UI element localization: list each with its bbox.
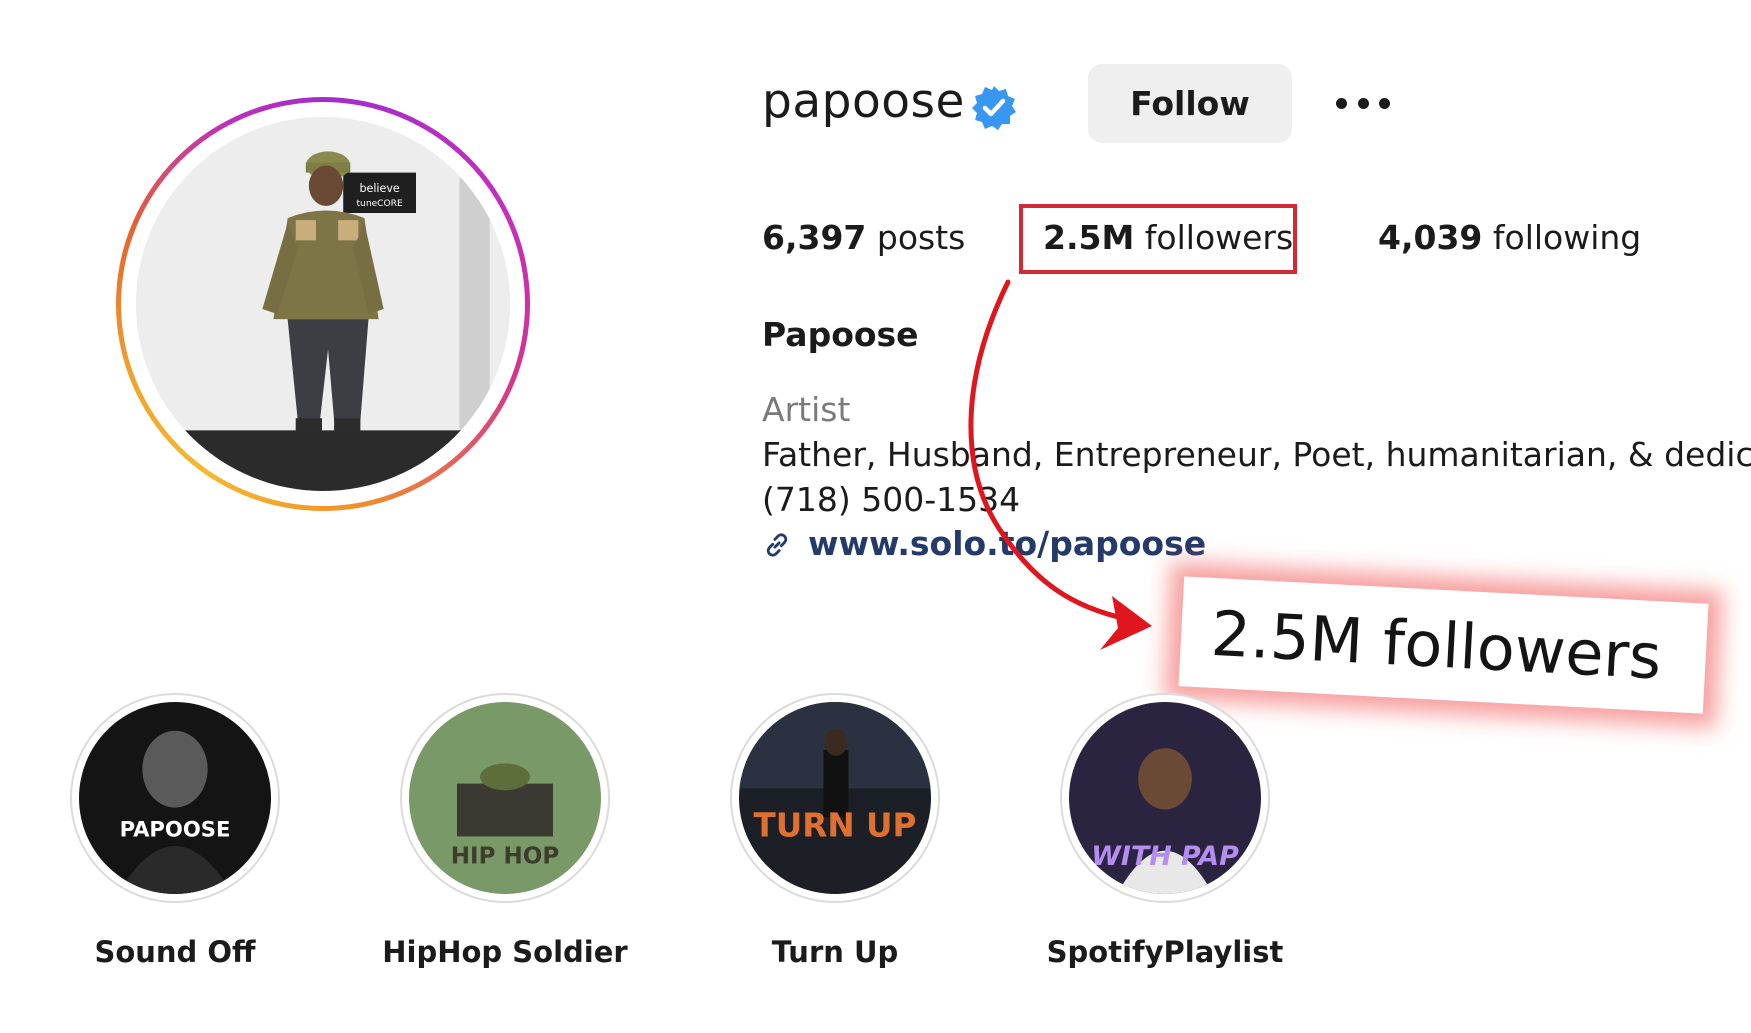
avatar-photo: believe tuneCORE [136,117,510,491]
profile-phone: (718) 500-1534 [762,480,1021,519]
profile-avatar-story-ring[interactable]: believe tuneCORE [116,97,530,511]
highlight-turn-up[interactable]: TURN UP Turn Up [730,693,940,969]
highlight-label: Turn Up [771,935,899,969]
highlight-hiphop-soldier[interactable]: HIP HOP HipHop Soldier [382,693,628,969]
profile-page: believe tuneCORE papoose Follow 6,397 po… [0,0,1751,1033]
profile-avatar[interactable]: believe tuneCORE [136,117,510,491]
highlight-label: SpotifyPlaylist [1046,935,1284,969]
verified-badge-icon [972,86,1016,130]
svg-text:TURN UP: TURN UP [754,806,917,844]
link-icon [766,533,788,557]
callout-text: 2.5M followers [1209,596,1664,693]
highlight-cover-sound-off: PAPOOSE [79,702,271,894]
highlight-cover-spotify-playlist: WITH PAP [1069,702,1261,894]
profile-bio: Father, Husband, Entrepreneur, Poet, hum… [762,435,1751,474]
svg-text:WITH PAP: WITH PAP [1091,841,1239,872]
followers-highlight-box [1019,204,1297,274]
more-options-icon[interactable] [1330,78,1396,128]
profile-username: papoose [762,74,965,129]
highlight-sound-off[interactable]: PAPOOSE Sound Off [70,693,280,969]
highlight-label: HipHop Soldier [382,935,628,969]
follow-button[interactable]: Follow [1088,64,1292,143]
highlight-cover-hiphop-soldier: HIP HOP [409,702,601,894]
following-count-link[interactable]: 4,039 following [1378,218,1641,257]
svg-text:tuneCORE: tuneCORE [357,199,403,209]
svg-text:believe: believe [359,182,399,195]
posts-count: 6,397 posts [762,218,966,257]
profile-full-name: Papoose [762,315,919,354]
highlight-label: Sound Off [94,935,256,969]
highlight-cover-turn-up: TURN UP [739,702,931,894]
svg-text:HIP HOP: HIP HOP [451,843,559,869]
highlight-spotify-playlist[interactable]: WITH PAP SpotifyPlaylist [1047,693,1283,969]
svg-text:PAPOOSE: PAPOOSE [120,816,231,841]
profile-category: Artist [762,390,851,429]
profile-website-link[interactable]: www.solo.to/papoose [808,524,1206,563]
